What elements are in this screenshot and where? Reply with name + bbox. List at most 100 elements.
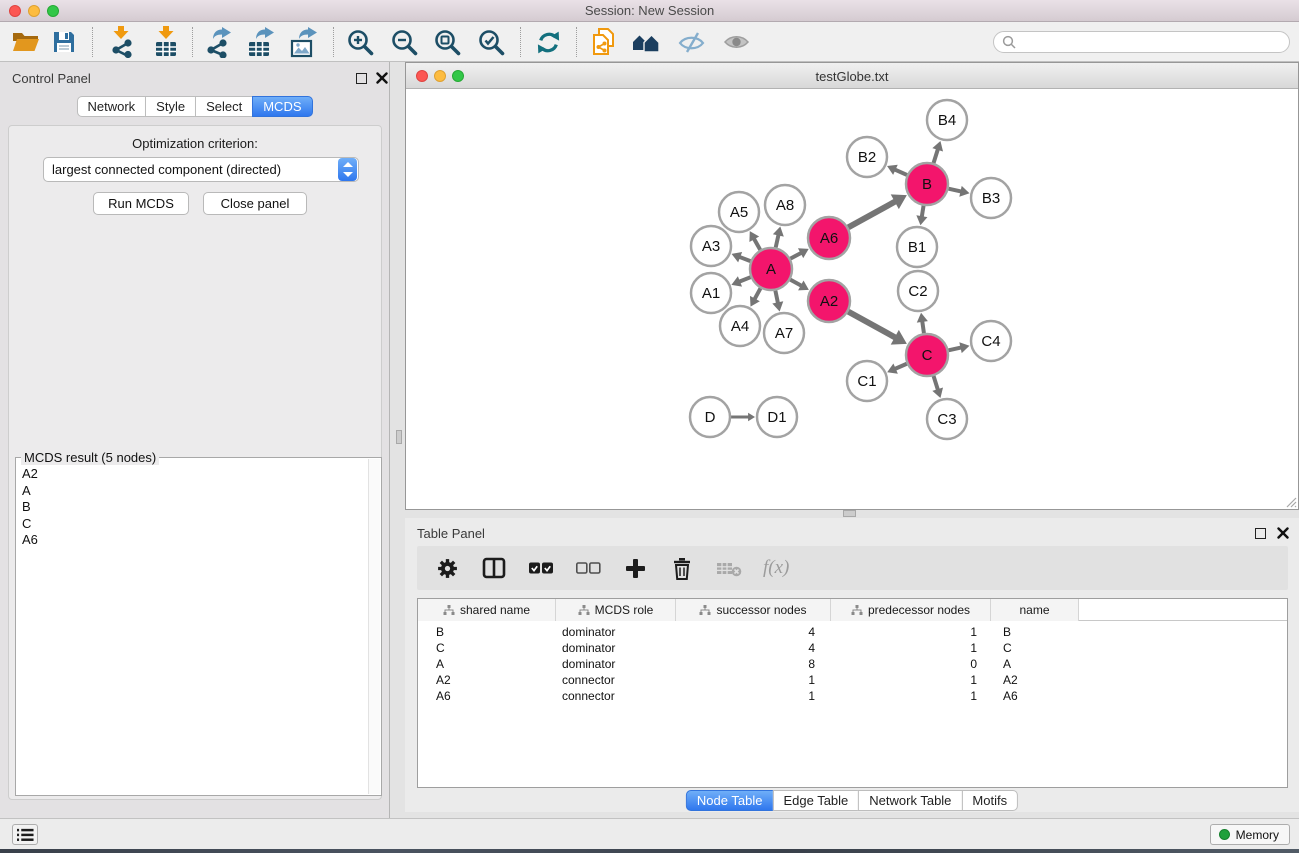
function-builder-button[interactable]: f(x): [763, 555, 789, 581]
houses-icon: [632, 29, 662, 55]
column-header-successor-nodes[interactable]: successor nodes: [676, 599, 831, 621]
optimization-criterion-value: largest connected component (directed): [44, 162, 338, 177]
horizontal-split-handle[interactable]: [843, 510, 856, 517]
zoom-out-button[interactable]: [388, 25, 422, 59]
table-body: Bdominator41BCdominator41CAdominator80AA…: [418, 621, 1287, 704]
close-panel-icon[interactable]: [1277, 527, 1289, 539]
graph-edge-C-C3[interactable]: [934, 376, 938, 390]
result-item[interactable]: C: [17, 516, 367, 533]
show-all-button[interactable]: [719, 25, 753, 59]
table-cell: A: [418, 656, 556, 672]
first-neighbors-button[interactable]: [630, 25, 664, 59]
application-window: Session: New Session: [0, 0, 1299, 853]
edge-arrowhead: [959, 342, 969, 353]
graph-edge-A-A1[interactable]: [739, 277, 751, 282]
result-item[interactable]: A6: [17, 532, 367, 549]
resize-grip-icon[interactable]: [1284, 495, 1297, 508]
refresh-button[interactable]: [531, 25, 565, 59]
zoom-fit-button[interactable]: [431, 25, 465, 59]
close-panel-icon[interactable]: [376, 72, 388, 84]
graph-edge-A-A3[interactable]: [739, 257, 750, 261]
tab-node-table[interactable]: Node Table: [686, 790, 774, 811]
import-table-button[interactable]: [149, 25, 183, 59]
result-item[interactable]: A2: [17, 466, 367, 483]
tab-motifs[interactable]: Motifs: [961, 790, 1018, 811]
column-header-shared-name[interactable]: shared name: [418, 599, 556, 621]
columns-icon: [482, 557, 506, 579]
tab-select[interactable]: Select: [195, 96, 253, 117]
add-column-button[interactable]: [622, 555, 648, 581]
attribute-type-icon: [578, 605, 590, 616]
delete-column-button[interactable]: [669, 555, 695, 581]
zoom-in-button[interactable]: [344, 25, 378, 59]
graph-edge-C-C4[interactable]: [948, 347, 961, 350]
zoom-selected-button[interactable]: [475, 25, 509, 59]
table-cell: 1: [831, 672, 991, 688]
graph-edge-B-B4[interactable]: [934, 149, 938, 163]
task-history-button[interactable]: [12, 824, 38, 845]
graph-edge-B-B1[interactable]: [922, 206, 924, 217]
table-row[interactable]: A2connector11A2: [418, 672, 1287, 688]
table-row[interactable]: A6connector11A6: [418, 688, 1287, 704]
graph-edge-A-A6[interactable]: [790, 253, 801, 259]
search-input[interactable]: [1020, 33, 1289, 51]
export-image-button[interactable]: [287, 25, 321, 59]
float-panel-icon[interactable]: [356, 73, 367, 84]
deselect-all-button[interactable]: [575, 555, 601, 581]
open-session-button[interactable]: [9, 25, 43, 59]
column-header-mcds-role[interactable]: MCDS role: [556, 599, 676, 621]
network-graph[interactable]: B4B2BB3A5A8A6A3B1AA1A2C2A4A7CC4C1C3DD1: [406, 89, 1298, 509]
table-cell: 8: [676, 656, 831, 672]
graph-edge-C-C2[interactable]: [922, 321, 924, 333]
result-item[interactable]: B: [17, 499, 367, 516]
optimization-criterion-select[interactable]: largest connected component (directed): [43, 157, 359, 182]
export-network-button[interactable]: [201, 25, 235, 59]
table-row[interactable]: Bdominator41B: [418, 624, 1287, 640]
result-item[interactable]: A: [17, 483, 367, 500]
node-table: shared nameMCDS rolesuccessor nodesprede…: [417, 598, 1288, 788]
settings-button[interactable]: [434, 555, 460, 581]
column-header-predecessor-nodes[interactable]: predecessor nodes: [831, 599, 991, 621]
graph-edge-A2-C[interactable]: [848, 312, 895, 338]
run-mcds-button[interactable]: Run MCDS: [93, 192, 189, 215]
table-panel-tabs: Node TableEdge TableNetwork TableMotifs: [686, 790, 1018, 811]
hide-selected-button[interactable]: [674, 25, 708, 59]
graph-edge-B-B3[interactable]: [948, 189, 961, 192]
graph-node-label: D1: [767, 409, 786, 426]
graph-edge-C-C1[interactable]: [895, 364, 907, 369]
graph-edge-B-B2[interactable]: [895, 169, 907, 175]
save-session-button[interactable]: [47, 25, 81, 59]
result-scrollbar[interactable]: [368, 459, 380, 794]
memory-button[interactable]: Memory: [1210, 824, 1290, 845]
attribute-type-icon: [443, 605, 455, 616]
graph-edge-A6-B[interactable]: [848, 201, 895, 227]
vertical-split-handle[interactable]: [396, 430, 402, 444]
float-panel-icon[interactable]: [1255, 528, 1266, 539]
delete-table-button[interactable]: [716, 555, 742, 581]
graph-node-label: B2: [858, 149, 876, 166]
table-row[interactable]: Adominator80A: [418, 656, 1287, 672]
column-header-name[interactable]: name: [991, 599, 1079, 621]
graph-edge-A-A2[interactable]: [790, 280, 801, 286]
tab-mcds[interactable]: MCDS: [252, 96, 312, 117]
import-network-button[interactable]: [105, 25, 139, 59]
graph-node-label: C3: [937, 411, 956, 428]
graph-edge-A-A4[interactable]: [754, 288, 760, 299]
graph-edge-A-A5[interactable]: [754, 238, 760, 249]
graph-edge-A-A8[interactable]: [776, 235, 779, 248]
tab-network-table[interactable]: Network Table: [858, 790, 962, 811]
export-table-button[interactable]: [244, 25, 278, 59]
table-row[interactable]: Cdominator41C: [418, 640, 1287, 656]
graph-edge-A-A7[interactable]: [775, 291, 778, 304]
table-cell: A2: [991, 672, 1079, 688]
select-all-button[interactable]: [528, 555, 554, 581]
table-panel: Table Panel: [405, 518, 1299, 812]
tab-style[interactable]: Style: [145, 96, 196, 117]
tab-edge-table[interactable]: Edge Table: [772, 790, 859, 811]
network-canvas[interactable]: B4B2BB3A5A8A6A3B1AA1A2C2A4A7CC4C1C3DD1: [406, 89, 1298, 509]
close-panel-button[interactable]: Close panel: [203, 192, 307, 215]
clone-network-button[interactable]: [587, 25, 621, 59]
split-panel-button[interactable]: [481, 555, 507, 581]
mcds-result-box: MCDS result (5 nodes) A2ABCA6: [15, 457, 382, 796]
tab-network[interactable]: Network: [76, 96, 146, 117]
